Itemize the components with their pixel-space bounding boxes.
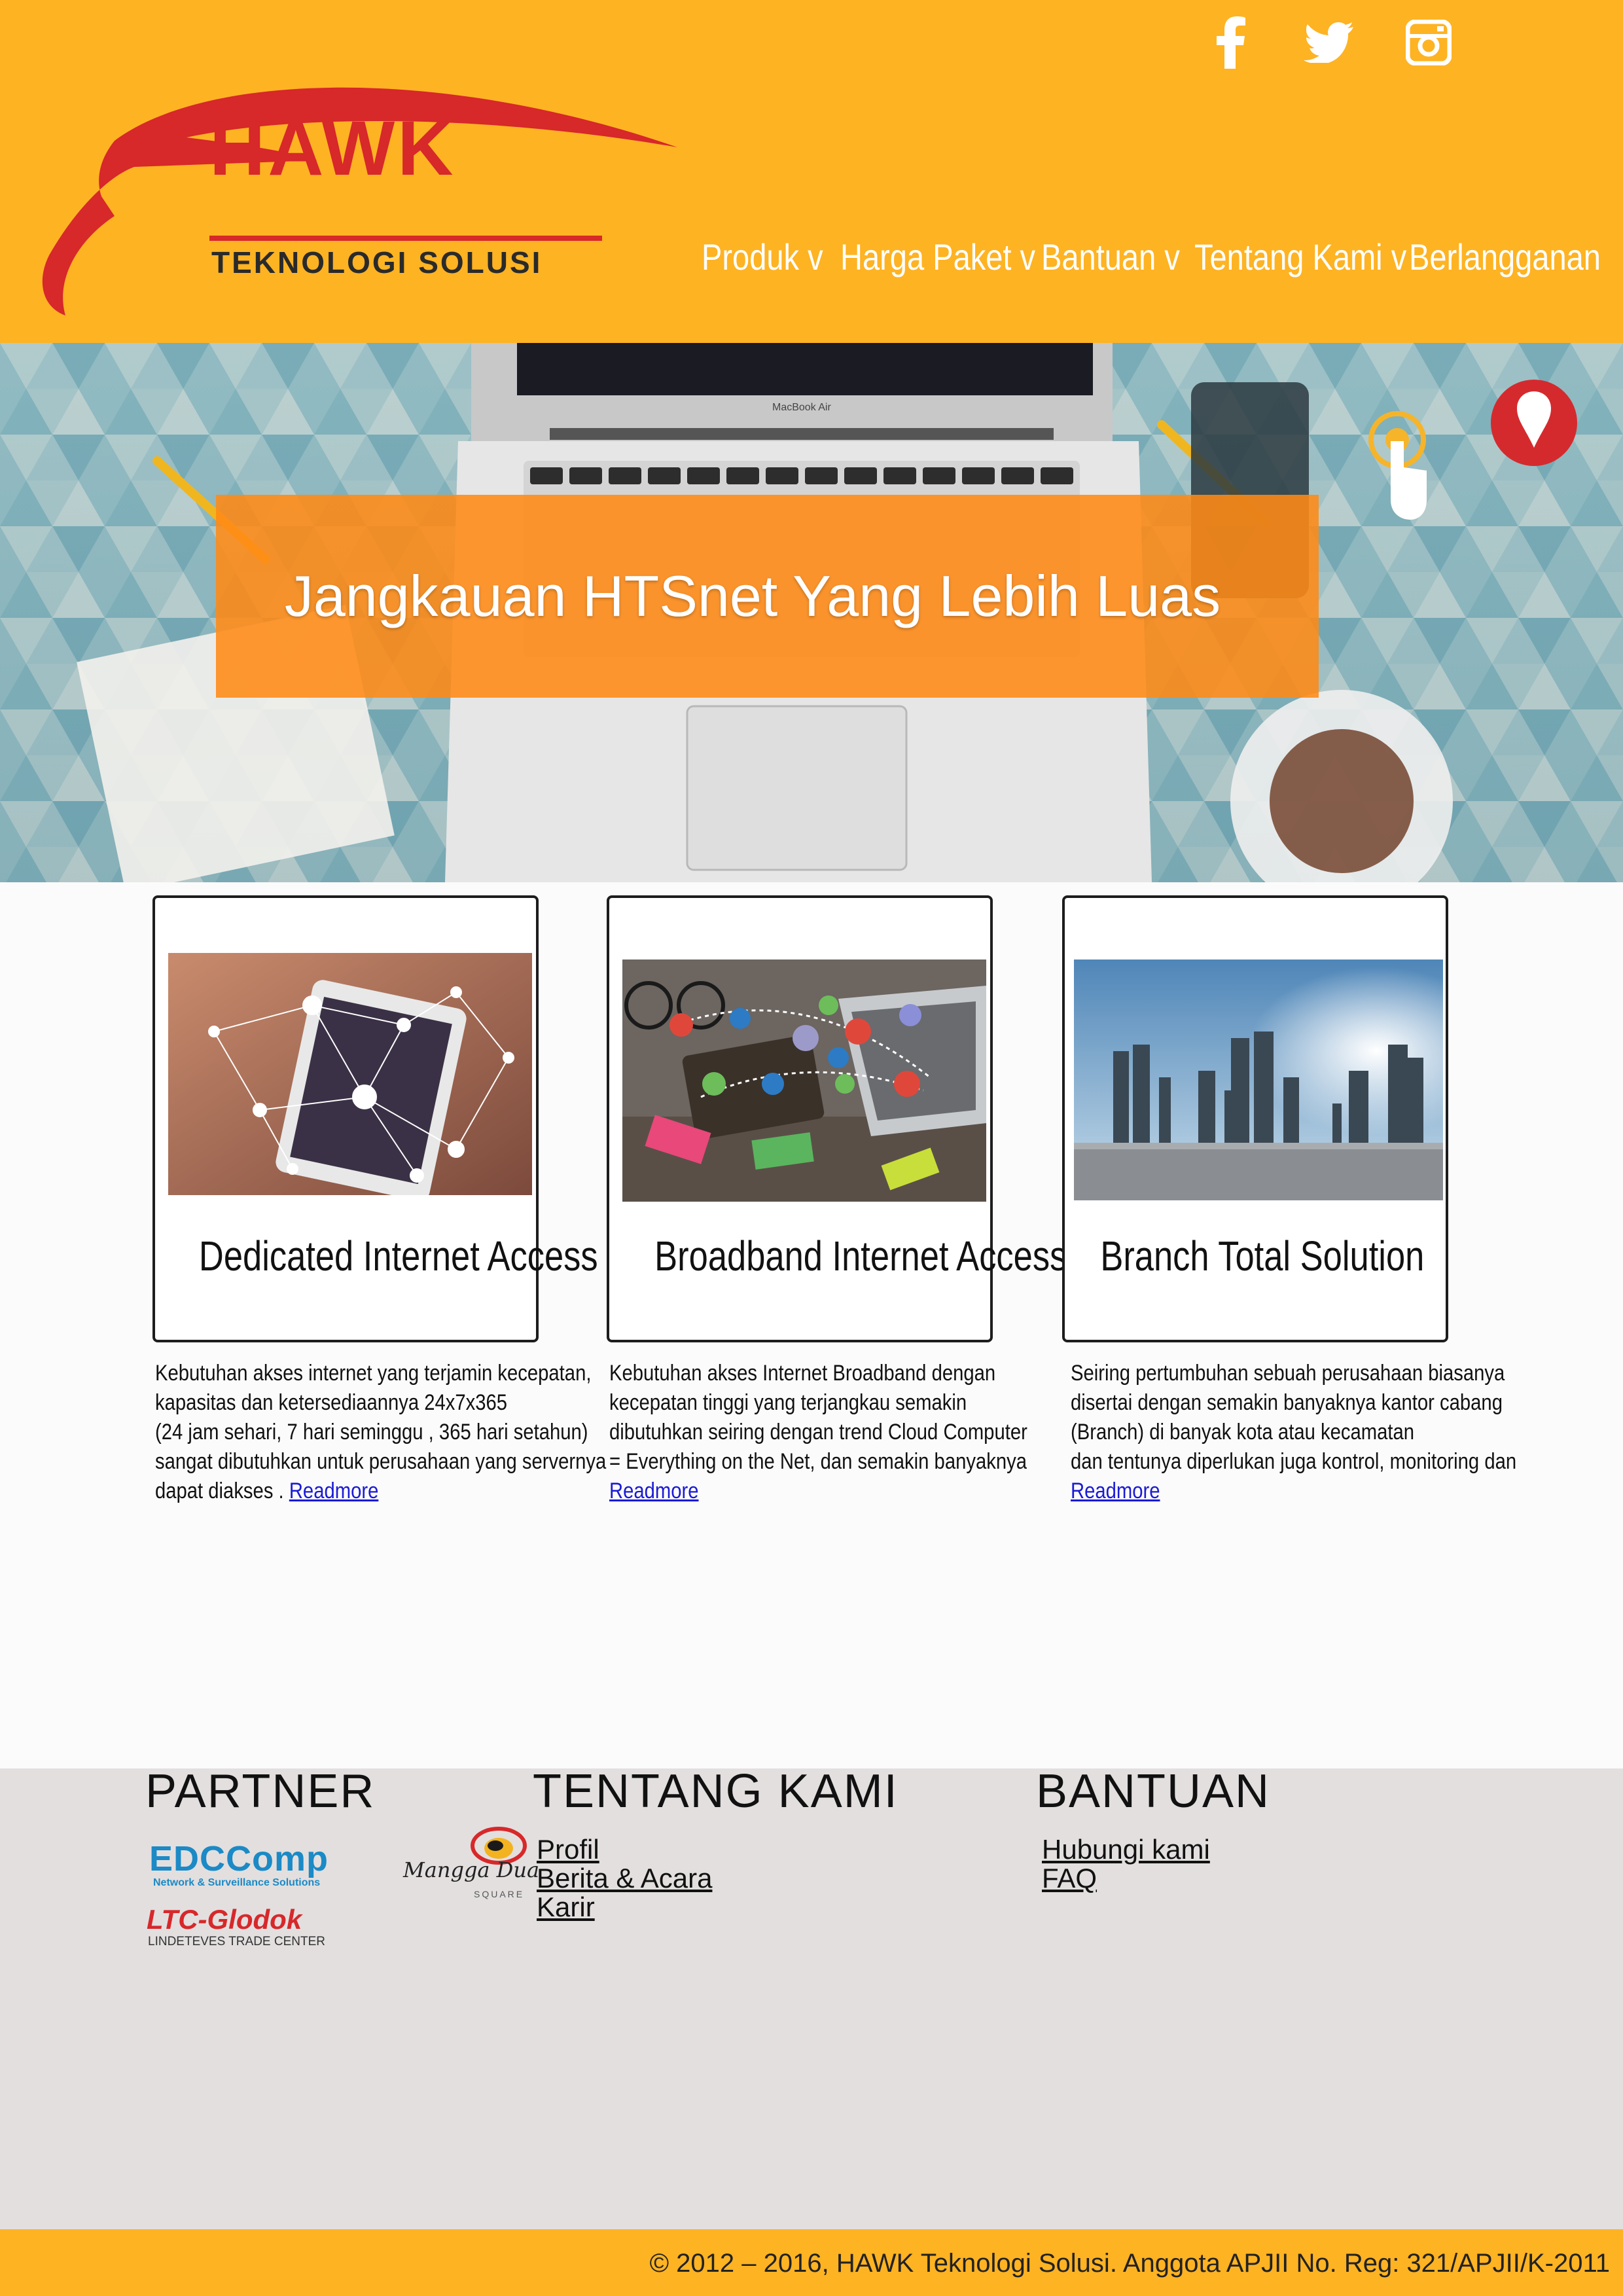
description-line: dapat diakses . Readmore <box>155 1479 379 1503</box>
card-title: Branch Total Solution <box>1100 1232 1425 1280</box>
hero-title: Jangkauan HTSnet Yang Lebih Luas <box>284 564 1221 628</box>
card-description-broadband: Kebutuhan akses Internet Broadband denga… <box>609 1359 1028 1506</box>
ltc-glodok-wordmark: LTC-Glodok <box>147 1904 302 1935</box>
description-line: Kebutuhan akses Internet Broadband denga… <box>609 1361 996 1386</box>
footer-link-hubungi-kami[interactable]: Hubungi kami <box>1042 1835 1210 1864</box>
card-broadband-internet[interactable]: Broadband Internet Access <box>607 895 1067 1342</box>
description-line: Kebutuhan akses internet yang terjamin k… <box>155 1361 592 1386</box>
twitter-icon[interactable] <box>1299 13 1358 72</box>
card-dedicated-internet[interactable]: Dedicated Internet Access <box>152 895 598 1342</box>
site-logo[interactable]: HAWK TEKNOLOGI SOLUSI <box>36 72 684 321</box>
card-description-branch: Seiring pertumbuhan sebuah perusahaan bi… <box>1071 1359 1517 1506</box>
nav-harga-paket[interactable]: Harga Paket v <box>840 236 1035 278</box>
card-image-city <box>1074 960 1443 1200</box>
footer-link-profil[interactable]: Profil <box>537 1835 599 1864</box>
description-line: dibutuhkan seiring dengan trend Cloud Co… <box>609 1420 1027 1444</box>
nav-produk[interactable]: Produk v <box>702 236 823 278</box>
footer-link-faq[interactable]: FAQ <box>1042 1864 1097 1893</box>
footer-link-berita-acara[interactable]: Berita & Acara <box>537 1864 712 1893</box>
instagram-icon[interactable] <box>1399 13 1458 72</box>
ltc-glodok-tagline: LINDETEVES TRADE CENTER <box>148 1935 325 1948</box>
nav-bantuan[interactable]: Bantuan v <box>1041 236 1180 278</box>
mangga-dua-wordmark: Mangga Dua <box>403 1857 540 1882</box>
description-line: Readmore <box>1071 1477 1431 1506</box>
logo-wordmark: HAWK <box>209 105 456 192</box>
facebook-icon[interactable] <box>1201 13 1260 72</box>
partner-logo-edccomp[interactable]: EDCComp Network & Surveillance Solutions <box>149 1839 385 1888</box>
card-title: Broadband Internet Access <box>654 1232 1067 1280</box>
card-title: Dedicated Internet Access <box>198 1232 598 1280</box>
footer-heading-partner: PARTNER <box>145 1765 376 1818</box>
description-line: dan tentunya diperlukan juga kontrol, mo… <box>1071 1449 1517 1474</box>
description-line: Readmore <box>609 1477 969 1506</box>
description-line: kapasitas dan ketersediaannya 24x7x365 <box>155 1390 508 1415</box>
nav-berlangganan[interactable]: Berlangganan <box>1409 236 1601 278</box>
description-line: Seiring pertumbuhan sebuah perusahaan bi… <box>1071 1361 1505 1386</box>
edccomp-tagline: Network & Surveillance Solutions <box>153 1877 321 1888</box>
description-line: (Branch) di banyak kota atau kecamatan <box>1071 1420 1415 1444</box>
description-line: kecepatan tinggi yang terjangkau semakin <box>609 1390 967 1415</box>
card-branch-total-solution[interactable]: Branch Total Solution <box>1062 895 1448 1342</box>
partner-logo-ltc-glodok[interactable]: LTC-Glodok LINDETEVES TRADE CENTER <box>147 1905 356 1957</box>
site-footer <box>0 1768 1623 2229</box>
partner-logo-mangga-dua[interactable]: Mangga Dua SQUARE <box>401 1826 539 1905</box>
footer-link-karir[interactable]: Karir <box>537 1893 595 1922</box>
laptop-brand-label: MacBook Air <box>772 402 831 413</box>
logo-underline <box>209 236 602 241</box>
description-line: (24 jam sehari, 7 hari seminggu , 365 ha… <box>155 1420 588 1444</box>
card-image-devices <box>622 960 986 1202</box>
copyright-text: © 2012 – 2016, HAWK Teknologi Solusi. An… <box>649 2249 1610 2278</box>
card-description-dedicated: Kebutuhan akses internet yang terjamin k… <box>155 1359 607 1506</box>
readmore-link[interactable]: Readmore <box>1071 1479 1160 1503</box>
hero-banner[interactable]: Jangkauan HTSnet Yang Lebih Luas MacBook… <box>0 343 1623 882</box>
logo-tagline: TEKNOLOGI SOLUSI <box>211 245 543 279</box>
description-line: = Everything on the Net, dan semakin ban… <box>609 1449 1027 1474</box>
description-line: disertai dengan semakin banyaknya kantor… <box>1071 1390 1503 1415</box>
mangga-dua-subtitle: SQUARE <box>474 1889 525 1899</box>
edccomp-wordmark: EDCComp <box>149 1839 329 1878</box>
footer-heading-bantuan: BANTUAN <box>1036 1765 1271 1818</box>
readmore-link[interactable]: Readmore <box>289 1479 379 1503</box>
readmore-link[interactable]: Readmore <box>609 1479 699 1503</box>
card-image-network <box>168 953 532 1195</box>
description-line: sangat dibutuhkan untuk perusahaan yang … <box>155 1449 607 1474</box>
footer-heading-tentang: TENTANG KAMI <box>533 1765 899 1818</box>
nav-tentang-kami[interactable]: Tentang Kami v <box>1194 236 1406 278</box>
